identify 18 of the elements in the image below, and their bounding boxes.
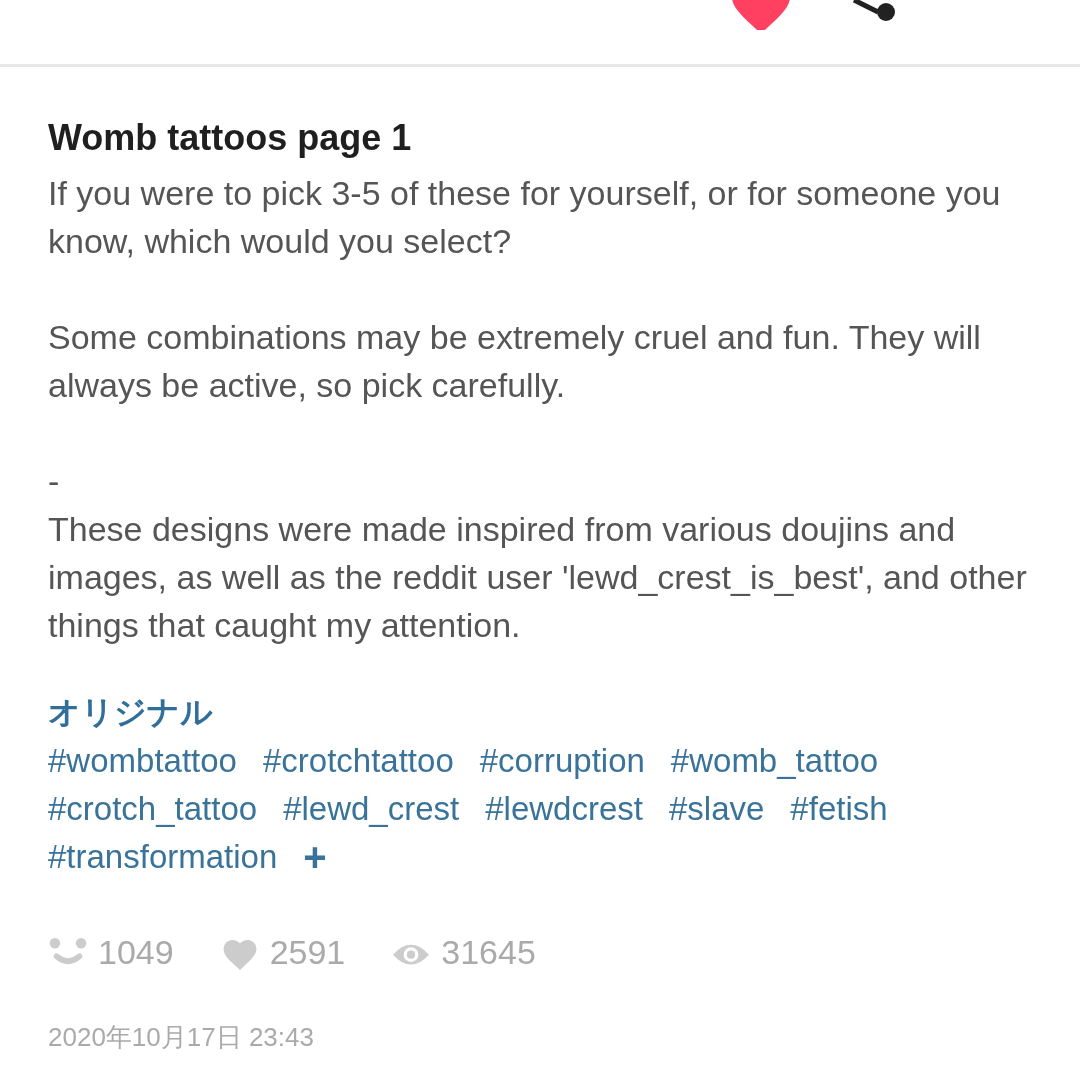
- hashtag-link[interactable]: #crotchtattoo: [262, 737, 454, 785]
- post-date: 2020年10月17日 23:43: [48, 1021, 315, 1054]
- hashtag-link[interactable]: #lewdcrest: [485, 785, 643, 833]
- artwork-title: Womb tattoos page 1: [48, 116, 413, 160]
- stat-count: 1049: [98, 933, 174, 972]
- hashtag-link[interactable]: #lewd_crest: [283, 785, 460, 833]
- hashtag-link[interactable]: #transformation: [48, 833, 278, 881]
- stat-count: 2591: [269, 933, 346, 972]
- add-tag-button[interactable]: +: [303, 833, 327, 881]
- original-tag[interactable]: オリジナル: [48, 687, 213, 737]
- hashtag-link[interactable]: #womb_tattoo: [670, 737, 879, 785]
- stat-count: 31645: [441, 933, 536, 972]
- hashtag-link[interactable]: #wombtattoo: [48, 737, 237, 785]
- hashtag-link[interactable]: #fetish: [790, 785, 888, 833]
- hashtag-link[interactable]: #crotch_tattoo: [48, 785, 258, 833]
- hashtag-link[interactable]: #slave: [668, 785, 765, 833]
- description: If you were to pick 3-5 of these for yourself, or for someone you know, which would you select? Some combinations may be extremely cruel and fun. They will always be active, so pick carefully. - These designs were made inspired from various doujins and images, as well as the reddit user 'lewd_crest_is_best', and other things that caught my attention.: [48, 173, 1028, 646]
- hashtag-link[interactable]: #corruption: [479, 737, 645, 785]
